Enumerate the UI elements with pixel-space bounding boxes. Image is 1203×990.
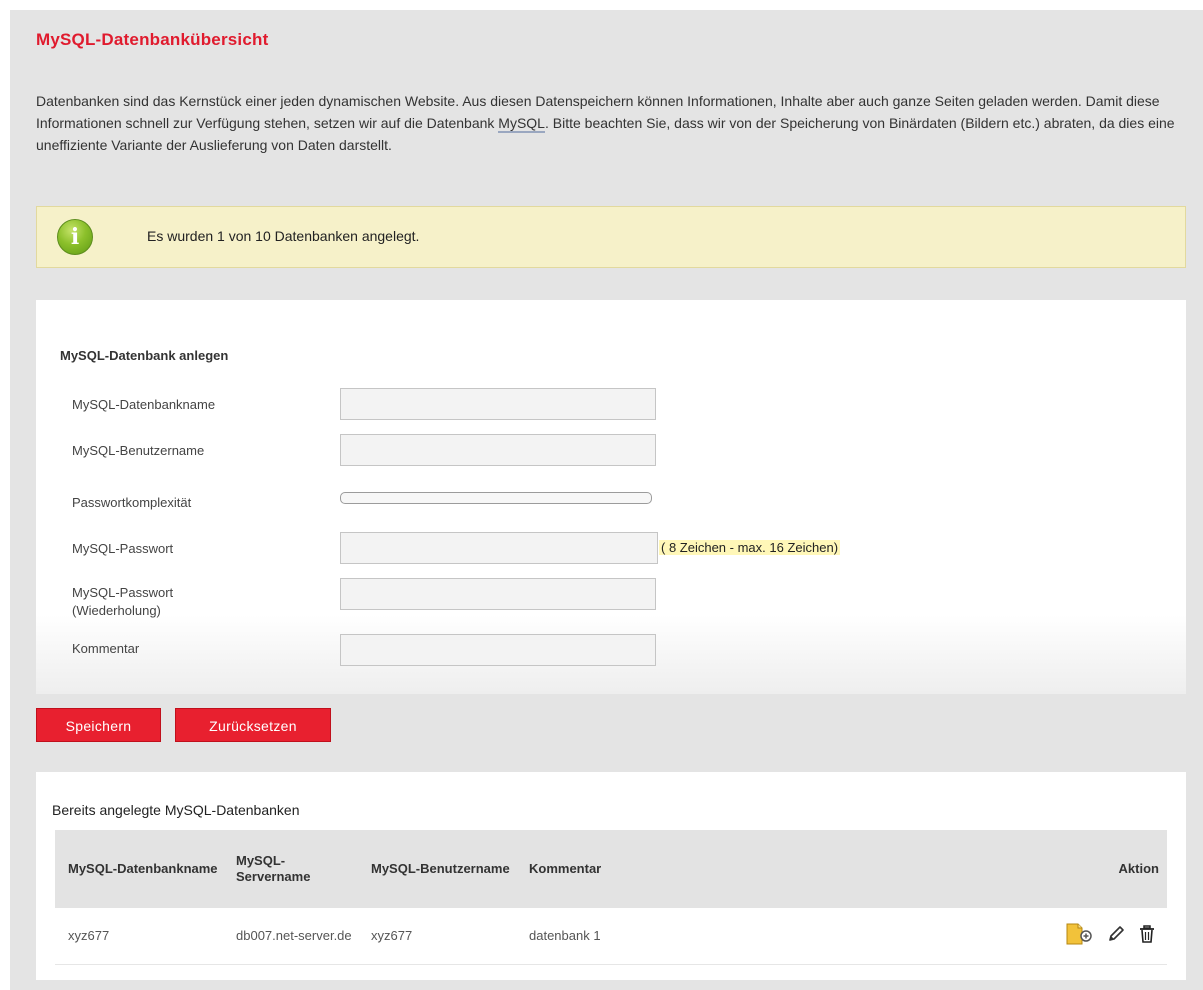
- column-header-user: MySQL-Benutzername: [358, 830, 516, 908]
- trash-icon[interactable]: [1139, 925, 1155, 947]
- cell-comment: datenbank 1: [516, 908, 779, 965]
- column-header-server: MySQL-Servername: [223, 830, 358, 908]
- create-database-form: MySQL-Datenbank anlegen MySQL-Datenbankn…: [36, 300, 1186, 694]
- database-access-icon[interactable]: [1064, 923, 1094, 949]
- password-strength-bar: [340, 492, 652, 504]
- password-label: MySQL-Passwort: [72, 541, 174, 556]
- info-icon: i: [57, 219, 93, 255]
- page: MySQL-Datenbankübersicht Datenbanken sin…: [10, 10, 1203, 990]
- reset-button[interactable]: Zurücksetzen: [175, 708, 331, 742]
- database-table: MySQL-Datenbankname MySQL-Servername MyS…: [55, 830, 1167, 965]
- cell-server: db007.net-server.de: [223, 908, 358, 965]
- database-list-panel: Bereits angelegte MySQL-Datenbanken MySQ…: [36, 772, 1186, 980]
- column-header-action: Aktion: [778, 830, 1167, 908]
- comment-input[interactable]: [340, 634, 656, 666]
- notice-text: Es wurden 1 von 10 Datenbanken angelegt.: [147, 228, 420, 244]
- column-header-db-name: MySQL-Datenbankname: [55, 830, 223, 908]
- table-header-row: MySQL-Datenbankname MySQL-Servername MyS…: [55, 830, 1167, 908]
- list-title: Bereits angelegte MySQL-Datenbanken: [52, 802, 300, 818]
- save-button[interactable]: Speichern: [36, 708, 161, 742]
- db-name-input[interactable]: [340, 388, 656, 420]
- complexity-label: Passwortkomplexität: [72, 495, 192, 510]
- edit-pencil-icon[interactable]: [1107, 925, 1125, 947]
- column-header-comment: Kommentar: [516, 830, 779, 908]
- db-name-label: MySQL-Datenbankname: [72, 397, 216, 412]
- form-heading: MySQL-Datenbank anlegen: [60, 348, 229, 363]
- cell-user: xyz677: [358, 908, 516, 965]
- table-row: xyz677 db007.net-server.de xyz677 datenb…: [55, 908, 1167, 965]
- password-repeat-label: MySQL-Passwort (Wiederholung): [72, 585, 174, 618]
- user-label: MySQL-Benutzername: [72, 443, 205, 458]
- cell-actions: [778, 908, 1167, 965]
- mysql-abbreviation: MySQL: [498, 115, 545, 133]
- cell-db-name: xyz677: [55, 908, 223, 965]
- password-hint: ( 8 Zeichen - max. 16 Zeichen): [659, 540, 841, 555]
- password-repeat-input[interactable]: [340, 578, 656, 610]
- page-title: MySQL-Datenbankübersicht: [36, 30, 269, 49]
- comment-label: Kommentar: [72, 641, 140, 656]
- info-notice: i Es wurden 1 von 10 Datenbanken angeleg…: [36, 206, 1186, 268]
- password-input[interactable]: [340, 532, 658, 564]
- username-input[interactable]: [340, 434, 656, 466]
- intro-text: Datenbanken sind das Kernstück einer jed…: [36, 90, 1186, 156]
